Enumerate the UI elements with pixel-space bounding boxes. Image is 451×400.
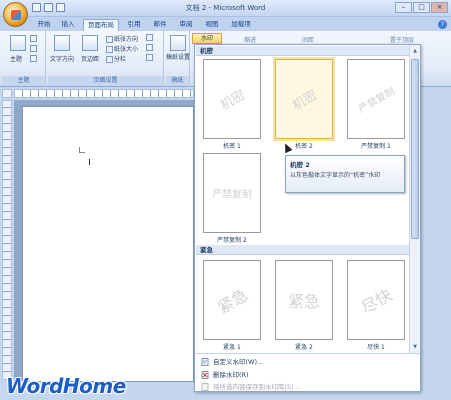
watermark-thumb-asap-1[interactable]: 尽快 (347, 260, 405, 340)
margins-icon[interactable] (82, 35, 98, 51)
watermark-thumb-urgent-1[interactable]: 紧急 (203, 260, 261, 340)
columns-button[interactable]: 分栏 (106, 54, 126, 63)
theme-effects-icon[interactable] (30, 55, 38, 62)
remove-watermark-icon (201, 371, 209, 379)
tab-insert[interactable]: 插入 (58, 19, 78, 31)
theme-icon[interactable] (10, 35, 26, 51)
custom-watermark-item[interactable]: 自定义水印(W)... (197, 356, 419, 368)
help-icon[interactable]: ? (438, 20, 447, 29)
theme-colors-icon[interactable] (30, 35, 38, 42)
close-button[interactable]: × (431, 2, 448, 13)
text-direction-icon[interactable] (54, 35, 70, 51)
scroll-thumb[interactable] (411, 59, 419, 239)
remove-watermark-item[interactable]: 删除水印(R) (197, 369, 419, 381)
scroll-down-icon[interactable]: ▼ (411, 343, 419, 351)
breaks-icon[interactable] (146, 34, 154, 41)
vertical-ruler[interactable] (2, 100, 12, 380)
title-bar: 文档 2 - Microsoft Word – □ × (0, 0, 451, 17)
save-to-gallery-item: 将所选内容保存到水印库(S)... (197, 381, 419, 393)
thumb-label: 严禁复制 1 (361, 143, 391, 150)
scroll-up-icon[interactable]: ▲ (411, 47, 419, 55)
tab-review[interactable]: 审阅 (176, 19, 196, 31)
document-page[interactable] (22, 106, 194, 382)
text-caret (89, 159, 90, 165)
thumb-label: 紧急 2 (295, 344, 313, 351)
window-controls: – □ × (395, 2, 448, 13)
horizontal-ruler[interactable] (14, 89, 194, 98)
minimize-button[interactable]: – (395, 2, 412, 13)
indent-label: 缩进 (244, 37, 257, 44)
paper-group: 稿纸设置 稿纸 (166, 31, 190, 87)
spacing-label: 间距 (302, 37, 315, 44)
section-heading-urgent: 紧急 (196, 245, 409, 255)
tooltip-title: 机密 2 (290, 161, 310, 169)
document-area (14, 100, 195, 382)
thumb-label: 尽快 1 (367, 344, 385, 351)
thumb-label: 机密 2 (295, 143, 313, 150)
watermark-thumb-no-copy-1[interactable]: 严禁复制 (347, 59, 405, 139)
theme-button-label[interactable]: 主题 (4, 54, 28, 63)
tab-references[interactable]: 引用 (124, 19, 144, 31)
hyphenation-icon[interactable] (146, 54, 154, 61)
line-numbers-icon[interactable] (146, 44, 154, 51)
page-setup-group-label: 页面设置 (48, 76, 163, 86)
tab-home[interactable]: 开始 (34, 19, 54, 31)
tab-addins[interactable]: 加载项 (228, 19, 254, 31)
size-button[interactable]: 纸张大小 (106, 44, 138, 53)
tab-page-layout[interactable]: 页面布局 (83, 19, 119, 31)
watermark-thumb-urgent-2[interactable]: 紧急 (275, 260, 333, 340)
watermark-gallery: 机密 机密 机密 1 机密 机密 2 严禁复制 严禁复制 1 严禁复制 严禁复制… (194, 44, 421, 392)
paper-settings-button[interactable]: 稿纸设置 (166, 54, 190, 61)
watermark-button[interactable]: 水印 (192, 33, 222, 44)
thumb-label: 机密 1 (223, 143, 241, 150)
maximize-button[interactable]: □ (413, 2, 430, 13)
section-heading-confidential: 机密 (196, 46, 409, 56)
watermark-thumb-no-copy-2[interactable]: 严禁复制 (203, 153, 261, 233)
custom-watermark-icon (201, 358, 209, 366)
paper-settings-icon[interactable] (170, 35, 186, 51)
theme-group: 主题 主题 (2, 31, 46, 87)
window-title: 文档 2 - Microsoft Word (185, 4, 266, 12)
tooltip-body: 以灰色楷体文字显示的“机密”水印 (290, 172, 381, 179)
ribbon-tabs: 开始 插入 页面布局 引用 邮件 审阅 视图 加载项 ? (0, 17, 451, 31)
gallery-scrollbar[interactable]: ▲ ▼ (409, 45, 420, 353)
watermark-thumb-confidential-2[interactable]: 机密 (275, 59, 333, 139)
tab-mailings[interactable]: 邮件 (150, 19, 170, 31)
size-icon (106, 46, 113, 53)
ruler-toggle[interactable] (2, 89, 12, 98)
text-direction-button[interactable]: 文字方向 (48, 54, 76, 63)
page-setup-group: 文字方向 页边距 纸张方向 纸张大小 分栏 页面设置 (48, 31, 164, 87)
site-logo: WordHome (6, 374, 126, 398)
thumb-label: 紧急 1 (223, 344, 241, 351)
tab-view[interactable]: 视图 (202, 19, 222, 31)
save-to-gallery-icon (201, 383, 209, 391)
margins-button[interactable]: 页边距 (78, 54, 102, 63)
thumb-label: 严禁复制 2 (217, 237, 247, 244)
columns-icon (106, 56, 113, 63)
theme-group-label: 主题 (2, 76, 45, 86)
office-button[interactable] (3, 2, 28, 27)
orientation-icon (106, 36, 113, 43)
menu-separator (196, 353, 420, 354)
theme-fonts-icon[interactable] (30, 45, 38, 52)
watermark-thumb-confidential-1[interactable]: 机密 (203, 59, 261, 139)
orientation-button[interactable]: 纸张方向 (106, 34, 138, 43)
bring-front-button[interactable]: 置于顶层 (390, 35, 414, 44)
watermark-tooltip: 机密 2 以灰色楷体文字显示的“机密”水印 (285, 155, 405, 193)
paper-group-label: 稿纸 (166, 76, 189, 86)
right-scroll-strip (421, 89, 451, 382)
margin-corner-mark (79, 147, 85, 153)
